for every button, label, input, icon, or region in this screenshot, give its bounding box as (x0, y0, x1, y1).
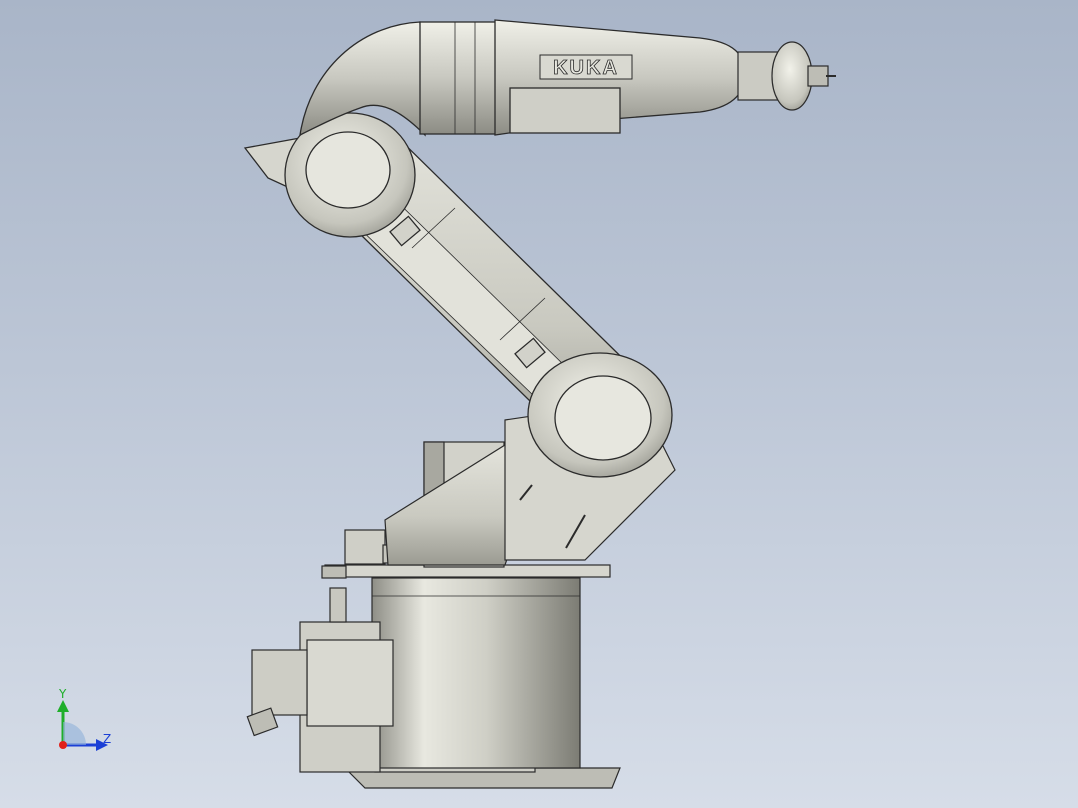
triad-x-axis-icon (59, 741, 67, 749)
joint-a2[interactable] (527, 352, 673, 478)
triad-y-arrow-icon (57, 700, 69, 712)
robot-model-view[interactable]: KUKA Y Z (0, 0, 1078, 808)
triad-plane-icon (63, 722, 86, 745)
view-triad[interactable]: Y Z (57, 687, 111, 751)
triad-y-label: Y (58, 687, 67, 701)
brand-label: KUKA (553, 57, 619, 79)
joint-a3[interactable] (243, 112, 416, 238)
cad-viewport[interactable]: KUKA Y Z (0, 0, 1078, 808)
wrist-flange[interactable] (737, 41, 836, 111)
robot-base[interactable] (246, 529, 621, 789)
triad-z-label: Z (103, 732, 111, 746)
